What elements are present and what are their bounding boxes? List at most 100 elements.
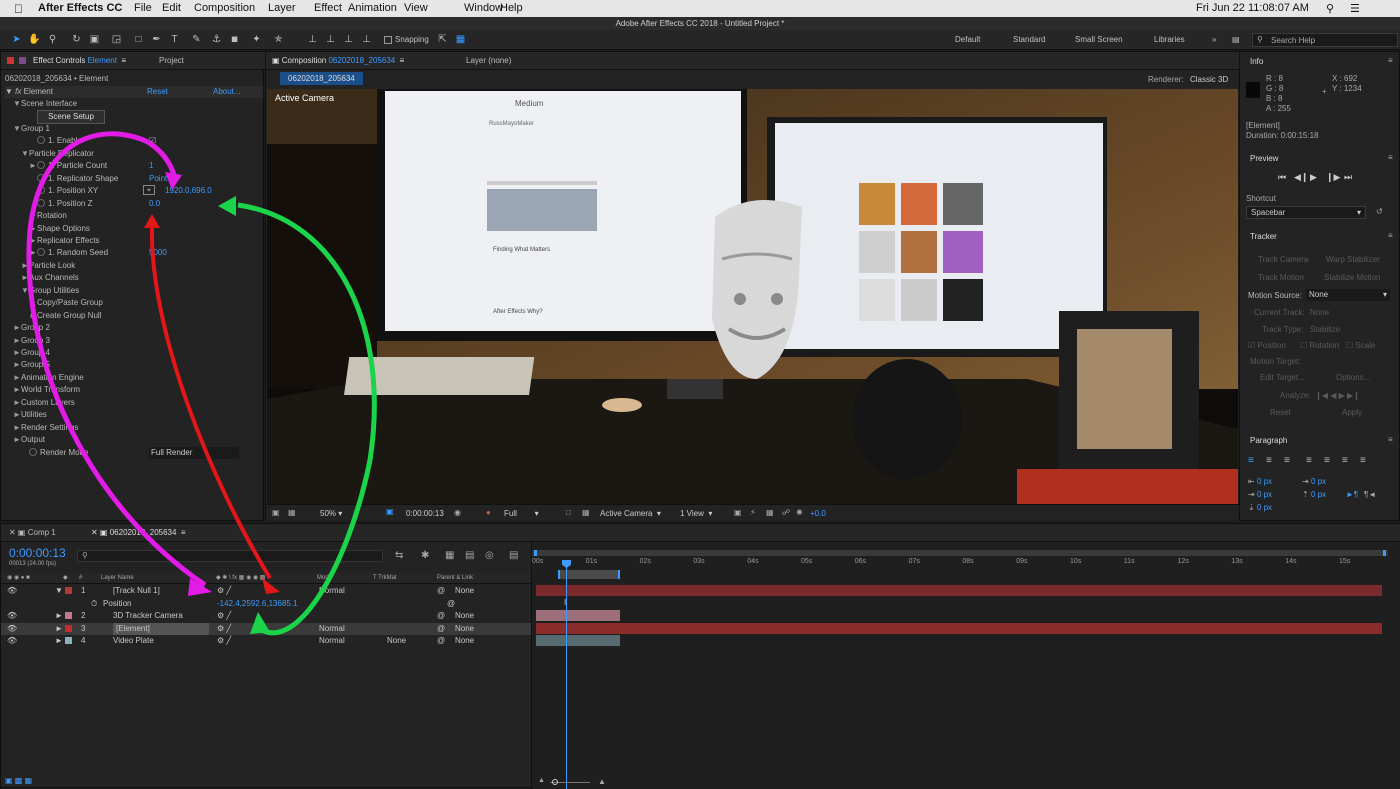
comp-flowchart-tab[interactable]: 06202018_205634 bbox=[280, 72, 363, 85]
expand-icon[interactable]: ► bbox=[13, 347, 21, 359]
pick-whip-icon[interactable]: @ bbox=[437, 623, 445, 635]
label-color-swatch[interactable] bbox=[65, 637, 72, 644]
tracker-apply-button[interactable]: Apply bbox=[1342, 408, 1362, 417]
region-icon[interactable]: ▦ bbox=[288, 508, 296, 517]
menu-layer[interactable]: Layer bbox=[268, 2, 296, 14]
visibility-eye-icon[interactable]: 👁 bbox=[7, 623, 17, 635]
stopwatch-icon[interactable] bbox=[37, 186, 45, 195]
timeline-timecode[interactable]: 0:00:00:13 bbox=[9, 546, 66, 560]
effect-row[interactable]: ► 1. Particle Count 1 bbox=[29, 160, 263, 172]
layer-name[interactable]: Video Plate bbox=[113, 635, 154, 647]
layer-duration-bar[interactable] bbox=[536, 622, 1382, 634]
justify-center-icon[interactable]: ≡ bbox=[1324, 455, 1330, 466]
draft-3d-icon[interactable]: ✱ bbox=[421, 550, 429, 561]
expand-layer-icon[interactable]: ▼ bbox=[55, 585, 63, 597]
effect-row[interactable]: ►Custom Layers bbox=[13, 397, 263, 409]
layer-mode-dropdown[interactable]: Normal bbox=[319, 623, 345, 635]
expand-icon[interactable]: ► bbox=[29, 210, 37, 222]
expression-pick-whip-icon[interactable]: @ bbox=[447, 598, 455, 610]
stopwatch-icon[interactable] bbox=[37, 198, 45, 207]
tab-layer-none[interactable]: Layer (none) bbox=[466, 52, 511, 70]
expand-icon[interactable]: ► bbox=[21, 272, 29, 284]
effect-row[interactable]: ▼Scene Interface bbox=[13, 98, 263, 110]
panel-lock-icon[interactable] bbox=[19, 57, 26, 64]
expand-icon[interactable]: ► bbox=[13, 422, 21, 434]
axis-world-icon[interactable]: ⊥ bbox=[324, 33, 337, 46]
menu-list-icon[interactable]: ☰ bbox=[1350, 2, 1360, 15]
zoom-tool-icon[interactable]: ⚲ bbox=[46, 33, 59, 46]
motion-source-dropdown[interactable]: None ▾ bbox=[1306, 289, 1390, 301]
timeline-search-input[interactable]: ⚲ bbox=[77, 550, 383, 562]
parent-header[interactable]: Parent & Link bbox=[437, 573, 473, 584]
brush-tool-icon[interactable]: ✎ bbox=[190, 33, 203, 46]
tab-composition[interactable]: ▣ Composition 06202018_205634 ≡ bbox=[272, 52, 404, 70]
clone-stamp-tool-icon[interactable]: ⚓ bbox=[210, 33, 223, 46]
motion-blur-icon[interactable]: ◎ bbox=[485, 550, 494, 561]
layer-mode-dropdown[interactable]: Normal bbox=[319, 585, 345, 597]
position-checkbox[interactable]: ☑ Position bbox=[1248, 341, 1286, 350]
effect-row-value[interactable]: 1 bbox=[149, 160, 153, 172]
pick-whip-icon[interactable]: @ bbox=[437, 585, 445, 597]
show-channel-icon[interactable]: ● bbox=[486, 508, 491, 517]
warp-stabilizer-button[interactable]: Warp Stabilizer bbox=[1326, 255, 1380, 264]
track-type-dropdown[interactable]: Stabilize bbox=[1310, 325, 1340, 334]
always-preview-icon[interactable]: ▣ bbox=[272, 508, 280, 517]
layer-name[interactable]: [Element] bbox=[113, 622, 209, 635]
collapse-icon[interactable]: ▼ bbox=[13, 123, 21, 135]
search-help-field[interactable]: ⚲ Search Help bbox=[1252, 33, 1398, 47]
graph-editor-icon[interactable]: ▤ bbox=[509, 550, 518, 561]
play-icon[interactable]: ▶ bbox=[1310, 172, 1317, 183]
effect-row-value[interactable]: 0.0 bbox=[149, 198, 160, 210]
grid-icon[interactable]: ▣ bbox=[386, 507, 394, 516]
layer-mode-dropdown[interactable]: Normal bbox=[319, 635, 345, 647]
effect-row[interactable]: ►Group 4 bbox=[13, 347, 263, 359]
layer-name[interactable]: [Track Null 1] bbox=[113, 585, 160, 597]
snapshot-icon[interactable]: ◉ bbox=[454, 508, 461, 517]
effect-row[interactable]: ►Group 5 bbox=[13, 359, 263, 371]
layer-row[interactable]: 👁 ▼ 1 [Track Null 1] ⚙ ╱ Normal @ None bbox=[1, 585, 531, 597]
space-before-field[interactable]: ⇡ 0 px bbox=[1302, 490, 1326, 499]
effect-row[interactable]: ►Particle Look bbox=[21, 260, 263, 272]
expand-icon[interactable]: ► bbox=[29, 160, 37, 172]
search-icon[interactable]: ⚲ bbox=[1326, 2, 1334, 15]
layer-row[interactable]: 👁 ► 3 [Element] ⚙ ╱ Normal @ None bbox=[1, 622, 531, 635]
expand-icon[interactable]: ► bbox=[13, 359, 21, 371]
expand-icon[interactable]: ► bbox=[13, 409, 21, 421]
apple-icon[interactable]:  bbox=[14, 2, 23, 16]
toggle-pixel-aspect-icon[interactable]: ▣ bbox=[734, 508, 742, 517]
current-time-indicator[interactable] bbox=[566, 562, 567, 789]
label-color-swatch[interactable] bbox=[65, 612, 72, 619]
menu-animation[interactable]: Animation bbox=[348, 2, 397, 14]
snapping-checkbox[interactable] bbox=[384, 36, 392, 44]
scale-checkbox[interactable]: ☐ Scale bbox=[1346, 341, 1375, 350]
zoom-thumb[interactable] bbox=[552, 779, 558, 785]
effect-row[interactable]: ►Animation Engine bbox=[13, 372, 263, 384]
layer-duration-bar[interactable] bbox=[536, 610, 620, 621]
layer-trkmat-dropdown[interactable]: None bbox=[387, 635, 406, 647]
property-row[interactable]: ⏱ Position -142.4,2592.6,13685.1 @ bbox=[1, 598, 531, 610]
effect-row[interactable]: Scene Setup bbox=[29, 110, 263, 125]
roto-brush-tool-icon[interactable]: ✦ bbox=[250, 33, 263, 46]
visibility-eye-icon[interactable]: 👁 bbox=[7, 585, 17, 597]
effect-row[interactable]: ►World Transform bbox=[13, 384, 263, 396]
work-area-bar[interactable] bbox=[558, 570, 620, 579]
workspace-panel-icon[interactable]: ▤ bbox=[1232, 35, 1240, 44]
crosshair-icon[interactable]: ⌖ bbox=[143, 185, 155, 196]
transparency-grid-icon[interactable]: ▦ bbox=[582, 508, 590, 517]
edit-target-button[interactable]: Edit Target... bbox=[1260, 373, 1305, 382]
expand-layer-icon[interactable]: ► bbox=[55, 623, 63, 635]
exposure-reset-icon[interactable]: ✺ bbox=[796, 508, 803, 517]
visibility-eye-icon[interactable]: 👁 bbox=[7, 635, 17, 647]
effect-row[interactable]: ►Shape Options bbox=[29, 223, 263, 235]
tab-comp-1[interactable]: ✕ ▣ Comp 1 bbox=[9, 524, 56, 542]
layer-name-header[interactable]: Layer Name bbox=[101, 573, 134, 584]
current-time-display[interactable]: 0:00:00:13 bbox=[406, 509, 444, 518]
hand-tool-icon[interactable]: ✋ bbox=[28, 33, 41, 46]
workspace-small-screen[interactable]: Small Screen bbox=[1075, 35, 1123, 44]
justify-right-icon[interactable]: ≡ bbox=[1342, 455, 1348, 466]
zoom-dropdown[interactable]: 50% ▾ bbox=[320, 509, 342, 518]
rotation-checkbox[interactable]: ☐ Rotation bbox=[1300, 341, 1339, 350]
stopwatch-icon[interactable]: ⏱ bbox=[91, 598, 97, 610]
expand-icon[interactable]: ► bbox=[13, 322, 21, 334]
exposure-value[interactable]: +0.0 bbox=[810, 509, 826, 518]
